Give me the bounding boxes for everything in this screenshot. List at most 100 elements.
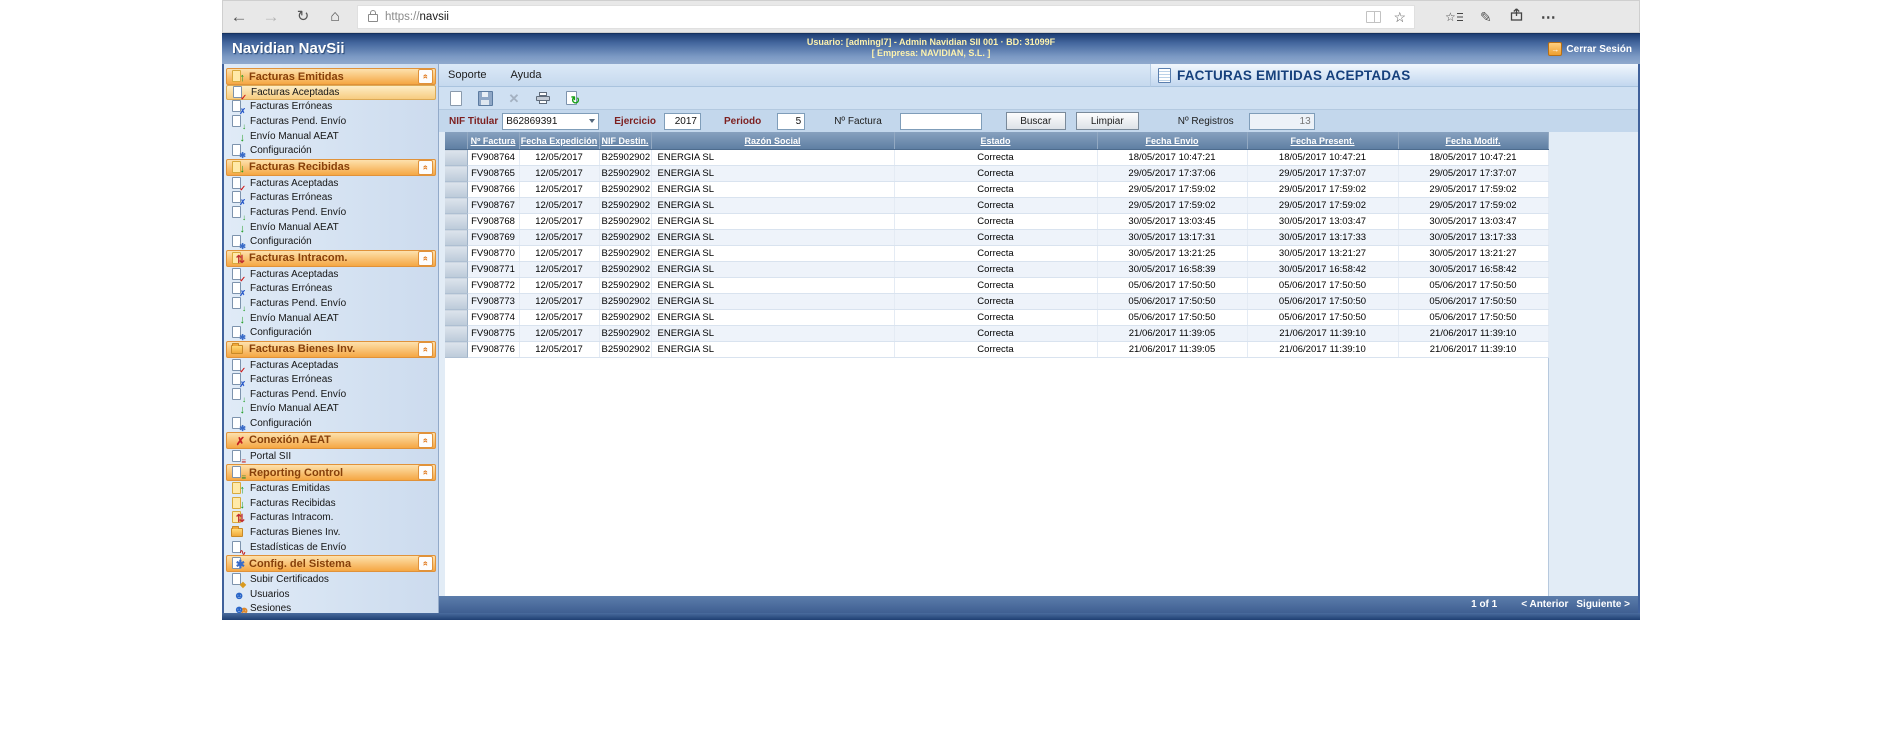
table-row[interactable]: FV90877012/05/2017B25902902ENERGIA SLCor…	[445, 246, 1548, 262]
sidebar-group-header[interactable]: ✱Config. del Sistema«	[226, 555, 436, 572]
sidebar-item[interactable]: ↓Facturas Pend. Envío	[224, 296, 438, 311]
sidebar-group-header[interactable]: ↓Facturas Recibidas«	[226, 159, 436, 176]
column-header[interactable]: Fecha Envio	[1097, 132, 1247, 150]
sidebar-item[interactable]: ◆Subir Certificados	[224, 572, 438, 587]
column-header[interactable]: Nº Factura	[467, 132, 519, 150]
sidebar-item[interactable]: Facturas Bienes Inv.	[224, 525, 438, 540]
table-row[interactable]: FV90876912/05/2017B25902902ENERGIA SLCor…	[445, 230, 1548, 246]
collapse-chevron-icon[interactable]: «	[418, 69, 433, 84]
row-selector[interactable]	[445, 198, 467, 214]
collapse-chevron-icon[interactable]: «	[418, 433, 433, 448]
row-selector[interactable]	[445, 166, 467, 182]
table-row[interactable]: FV90876812/05/2017B25902902ENERGIA SLCor…	[445, 214, 1548, 230]
table-row[interactable]: FV90876512/05/2017B25902902ENERGIA SLCor…	[445, 166, 1548, 182]
print-button[interactable]	[532, 88, 554, 108]
table-row[interactable]: FV90876612/05/2017B25902902ENERGIA SLCor…	[445, 182, 1548, 198]
logout-button[interactable]: → Cerrar Sesión	[1548, 42, 1632, 56]
collapse-chevron-icon[interactable]: «	[418, 465, 433, 480]
sidebar-group-header[interactable]: ≡Reporting Control«	[226, 464, 436, 481]
sidebar-item[interactable]: ↓Envío Manual AEAT	[224, 220, 438, 235]
annotate-pen-icon[interactable]: ✎	[1480, 10, 1492, 24]
more-options-icon[interactable]: ⋯	[1541, 8, 1557, 26]
row-selector[interactable]	[445, 230, 467, 246]
column-header[interactable]: Fecha Expedición	[519, 132, 599, 150]
column-header[interactable]: NIF Destin.	[599, 132, 651, 150]
sidebar-item[interactable]: ↓Facturas Pend. Envío	[224, 205, 438, 220]
sidebar-item[interactable]: ↓Envío Manual AEAT	[224, 311, 438, 326]
prev-page-link[interactable]: < Anterior	[1521, 599, 1568, 610]
row-selector[interactable]	[445, 214, 467, 230]
table-row[interactable]: FV90877112/05/2017B25902902ENERGIA SLCor…	[445, 262, 1548, 278]
limpiar-button[interactable]: Limpiar	[1076, 112, 1139, 130]
sidebar-item[interactable]: ✓Facturas Aceptadas	[224, 267, 438, 282]
table-row[interactable]: FV90877612/05/2017B25902902ENERGIA SLCor…	[445, 342, 1548, 358]
forward-button[interactable]: →	[255, 8, 287, 26]
row-selector[interactable]	[445, 262, 467, 278]
table-row[interactable]: FV90877212/05/2017B25902902ENERGIA SLCor…	[445, 278, 1548, 294]
sidebar-item[interactable]: ✱Configuración	[224, 325, 438, 340]
sidebar-item[interactable]: ✗Facturas Erróneas	[224, 100, 438, 115]
sidebar-item[interactable]: ✓Facturas Aceptadas	[224, 176, 438, 191]
column-header[interactable]: Fecha Modif.	[1398, 132, 1548, 150]
sidebar-item[interactable]: ✱Configuración	[224, 143, 438, 158]
nif-titular-select[interactable]: B62869391	[502, 113, 599, 130]
refresh-document-button[interactable]: ↻	[561, 88, 583, 108]
home-button[interactable]: ⌂	[319, 9, 351, 25]
delete-button[interactable]: ✕	[503, 88, 525, 108]
collapse-chevron-icon[interactable]: «	[418, 556, 433, 571]
sidebar-group-header[interactable]: Facturas Bienes Inv.«	[226, 341, 436, 358]
reading-view-icon[interactable]	[1366, 11, 1381, 23]
sidebar-item[interactable]: ↓Facturas Recibidas	[224, 496, 438, 511]
sidebar-item[interactable]: ☻Usuarios	[224, 587, 438, 602]
row-selector[interactable]	[445, 246, 467, 262]
favorite-star-icon[interactable]: ☆	[1393, 10, 1406, 24]
table-row[interactable]: FV90877412/05/2017B25902902ENERGIA SLCor…	[445, 310, 1548, 326]
sidebar-group-header[interactable]: ✗Conexión AEAT«	[226, 432, 436, 449]
row-selector[interactable]	[445, 150, 467, 166]
sidebar-item[interactable]: ✱Configuración	[224, 234, 438, 249]
sidebar-item[interactable]: ✱Configuración	[224, 416, 438, 431]
sidebar-item[interactable]: ☻Sesiones	[224, 602, 438, 613]
back-button[interactable]: ←	[223, 8, 255, 26]
sidebar-group-header[interactable]: ⇅Facturas Intracom.«	[226, 250, 436, 267]
sidebar-item[interactable]: ✗Facturas Erróneas	[224, 373, 438, 388]
periodo-input[interactable]	[777, 113, 805, 130]
row-selector[interactable]	[445, 310, 467, 326]
new-document-button[interactable]	[445, 88, 467, 108]
share-icon[interactable]	[1509, 7, 1524, 27]
table-row[interactable]: FV90877512/05/2017B25902902ENERGIA SLCor…	[445, 326, 1548, 342]
row-selector[interactable]	[445, 278, 467, 294]
column-header[interactable]: Razón Social	[651, 132, 894, 150]
column-header[interactable]: Estado	[894, 132, 1097, 150]
collapse-chevron-icon[interactable]: «	[418, 342, 433, 357]
sidebar-item[interactable]: ∿Estadísticas de Envío	[224, 540, 438, 555]
next-page-link[interactable]: Siguiente >	[1576, 599, 1630, 610]
sidebar-item[interactable]: ≡Portal SII	[224, 449, 438, 464]
sidebar-item[interactable]: ↓Envío Manual AEAT	[224, 129, 438, 144]
sidebar-item[interactable]: ✓Facturas Aceptadas	[224, 358, 438, 373]
sidebar-item[interactable]: ↑Facturas Emitidas	[224, 481, 438, 496]
column-header[interactable]: Fecha Present.	[1247, 132, 1398, 150]
sidebar-item[interactable]: ↓Facturas Pend. Envío	[224, 114, 438, 129]
table-row[interactable]: FV90876712/05/2017B25902902ENERGIA SLCor…	[445, 198, 1548, 214]
sidebar-item[interactable]: ↓Facturas Pend. Envío	[224, 387, 438, 402]
sidebar-group-header[interactable]: ↑Facturas Emitidas«	[226, 68, 436, 85]
save-button[interactable]	[474, 88, 496, 108]
row-selector[interactable]	[445, 342, 467, 358]
table-row[interactable]: FV90876412/05/2017B25902902ENERGIA SLCor…	[445, 150, 1548, 166]
buscar-button[interactable]: Buscar	[1006, 112, 1066, 130]
table-row[interactable]: FV90877312/05/2017B25902902ENERGIA SLCor…	[445, 294, 1548, 310]
collapse-chevron-icon[interactable]: «	[418, 251, 433, 266]
ejercicio-input[interactable]	[664, 113, 701, 130]
refresh-button[interactable]: ↻	[287, 9, 319, 25]
favorites-hub-icon[interactable]: ☆	[1445, 10, 1463, 24]
sidebar-item[interactable]: ✓Facturas Aceptadas	[226, 85, 436, 100]
address-bar[interactable]: https://navsii ☆	[357, 5, 1415, 29]
sidebar-item[interactable]: ↓Envío Manual AEAT	[224, 402, 438, 417]
row-selector[interactable]	[445, 326, 467, 342]
menu-soporte[interactable]: Soporte	[448, 69, 487, 81]
row-selector[interactable]	[445, 182, 467, 198]
sidebar-item[interactable]: ⇅Facturas Intracom.	[224, 511, 438, 526]
menu-ayuda[interactable]: Ayuda	[511, 69, 542, 81]
collapse-chevron-icon[interactable]: «	[418, 160, 433, 175]
